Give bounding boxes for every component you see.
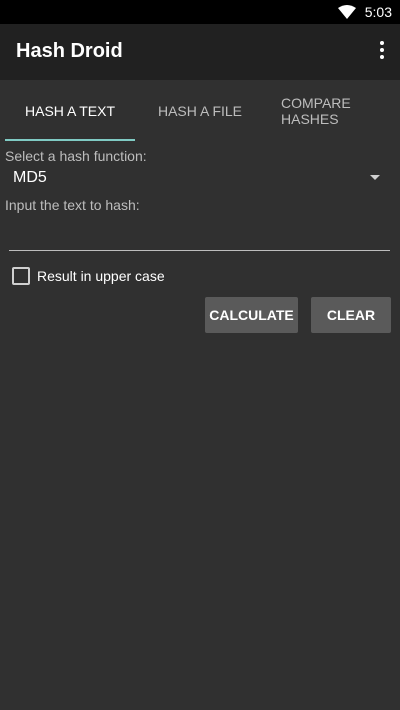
tab-label: HASH A TEXT (25, 103, 115, 119)
status-time: 5:03 (364, 4, 392, 20)
tab-indicator (5, 139, 135, 141)
clear-button[interactable]: CLEAR (311, 297, 391, 333)
hash-function-spinner[interactable]: MD5 (5, 166, 390, 190)
overflow-menu-icon[interactable] (376, 41, 388, 63)
text-input-label: Input the text to hash: (5, 197, 140, 213)
app-bar: Hash Droid (0, 24, 400, 80)
status-bar: 5:03 (0, 0, 400, 24)
tab-compare-hashes[interactable]: COMPARE HASHES (265, 80, 395, 142)
dropdown-arrow-icon (370, 175, 380, 180)
tab-bar: HASH A TEXT HASH A FILE COMPARE HASHES (0, 80, 400, 142)
hash-function-label: Select a hash function: (5, 148, 147, 164)
tab-label-line2: HASHES (281, 111, 339, 127)
tab-label: COMPARE HASHES (281, 95, 351, 127)
uppercase-option[interactable]: Result in upper case (12, 266, 165, 286)
uppercase-checkbox[interactable] (12, 267, 30, 285)
hash-function-value: MD5 (13, 169, 47, 186)
tab-label: HASH A FILE (157, 103, 243, 119)
tab-hash-a-text[interactable]: HASH A TEXT (5, 80, 135, 142)
tab-hash-a-file[interactable]: HASH A FILE (135, 80, 265, 142)
tab-label-line1: COMPARE (281, 95, 351, 111)
calculate-button[interactable]: CALCULATE (205, 297, 298, 333)
wifi-icon (338, 5, 356, 19)
text-to-hash-input[interactable] (9, 220, 390, 251)
app-title: Hash Droid (16, 40, 123, 62)
uppercase-label: Result in upper case (37, 268, 165, 284)
